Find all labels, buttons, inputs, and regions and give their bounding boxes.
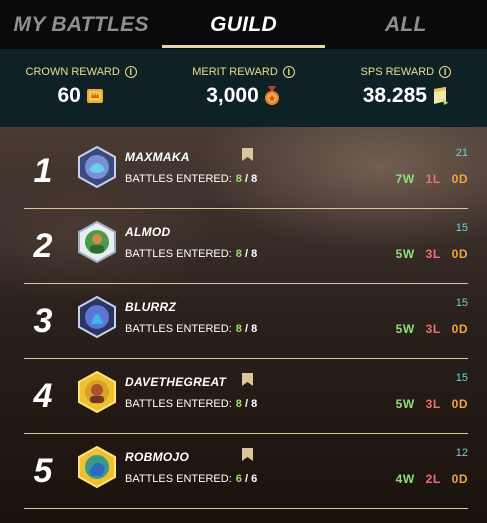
tab-my-battles[interactable]: MY BATTLES bbox=[0, 0, 162, 49]
win-loss-record: 5W 3L 0D bbox=[385, 322, 468, 336]
info-icon[interactable]: i bbox=[124, 66, 137, 78]
rank-number: 2 bbox=[33, 227, 53, 265]
battles-entered: BATTLES ENTERED: 8 / 8 bbox=[125, 398, 258, 410]
draws-count: 0D bbox=[451, 472, 468, 486]
player-score: 15 bbox=[455, 372, 468, 384]
rank-number: 5 bbox=[33, 452, 53, 490]
bookmark-icon[interactable] bbox=[242, 373, 253, 386]
draws-count: 0D bbox=[451, 247, 468, 261]
wins-count: 4W bbox=[395, 472, 415, 486]
merit-reward-label: MERIT REWARD bbox=[192, 66, 278, 78]
rank-number: 4 bbox=[33, 377, 53, 415]
merit-medal-icon bbox=[264, 86, 279, 105]
merit-reward: MERIT REWARD i 3,000 bbox=[162, 49, 324, 127]
crown-reward: CROWN REWARD i 60 bbox=[0, 49, 162, 127]
player-avatar[interactable] bbox=[76, 446, 118, 488]
info-icon[interactable]: i bbox=[282, 66, 295, 78]
player-score: 21 bbox=[455, 147, 468, 159]
leaderboard-row[interactable]: 4 DAVETHEGREAT BATTLES ENTERED: 8 / 8 15 … bbox=[24, 359, 472, 434]
leaderboard-row[interactable]: 5 ROBMOJO BATTLES ENTERED: 6 / 6 12 4W 2L 0… bbox=[24, 434, 472, 509]
losses-count: 2L bbox=[425, 472, 441, 486]
player-score: 12 bbox=[455, 447, 468, 459]
battles-total-count: 8 bbox=[251, 173, 258, 185]
losses-count: 3L bbox=[425, 322, 441, 336]
battles-entered: BATTLES ENTERED: 8 / 8 bbox=[125, 323, 258, 335]
losses-count: 3L bbox=[425, 247, 441, 261]
player-avatar[interactable] bbox=[76, 221, 118, 263]
info-icon[interactable]: i bbox=[439, 66, 452, 78]
battles-total-count: 8 bbox=[251, 248, 258, 260]
losses-count: 3L bbox=[425, 397, 441, 411]
player-score: 15 bbox=[455, 222, 468, 234]
win-loss-record: 4W 2L 0D bbox=[385, 472, 468, 486]
rewards-bar: CROWN REWARD i 60 MERIT REWARD i 3,000 bbox=[0, 49, 487, 127]
player-avatar[interactable] bbox=[76, 296, 118, 338]
battles-entered-label: BATTLES ENTERED: bbox=[125, 173, 232, 185]
sps-reward-value: 38.285 bbox=[362, 84, 427, 107]
battles-total-count: 6 bbox=[251, 473, 258, 485]
sps-reward-label: SPS REWARD bbox=[360, 66, 435, 78]
player-name[interactable]: ALMOD bbox=[125, 225, 171, 239]
rank-number: 1 bbox=[33, 152, 53, 190]
battles-total-count: 8 bbox=[251, 398, 258, 410]
player-avatar[interactable] bbox=[76, 371, 118, 413]
tab-bar: MY BATTLES GUILD ALL bbox=[0, 0, 487, 49]
tab-all[interactable]: ALL bbox=[325, 0, 487, 49]
bookmark-icon[interactable] bbox=[242, 148, 253, 161]
draws-count: 0D bbox=[451, 172, 468, 186]
win-loss-record: 5W 3L 0D bbox=[385, 397, 468, 411]
battles-entered-label: BATTLES ENTERED: bbox=[125, 323, 232, 335]
row-divider bbox=[24, 508, 468, 509]
player-name[interactable]: BLURRZ bbox=[125, 300, 176, 314]
win-loss-record: 5W 3L 0D bbox=[385, 247, 468, 261]
wins-count: 5W bbox=[395, 247, 415, 261]
player-score: 15 bbox=[455, 297, 468, 309]
player-avatar[interactable] bbox=[76, 146, 118, 188]
losses-count: 1L bbox=[425, 172, 441, 186]
win-loss-record: 7W 1L 0D bbox=[385, 172, 468, 186]
battles-entered-label: BATTLES ENTERED: bbox=[125, 398, 232, 410]
player-name[interactable]: MAXMAKA bbox=[125, 150, 190, 164]
battles-entered: BATTLES ENTERED: 8 / 8 bbox=[125, 248, 258, 260]
battles-entered-label: BATTLES ENTERED: bbox=[125, 248, 232, 260]
battles-total-count: 8 bbox=[251, 323, 258, 335]
draws-count: 0D bbox=[451, 397, 468, 411]
battles-entered-label: BATTLES ENTERED: bbox=[125, 473, 232, 485]
rank-number: 3 bbox=[33, 302, 53, 340]
merit-reward-value: 3,000 bbox=[206, 84, 259, 107]
leaderboard-row[interactable]: 1 MAXMAKA BATTLES ENTERED: 8 / 8 21 7W 1L 0… bbox=[24, 134, 472, 209]
tab-guild[interactable]: GUILD bbox=[162, 0, 325, 49]
battles-entered: BATTLES ENTERED: 6 / 6 bbox=[125, 473, 258, 485]
player-name[interactable]: ROBMOJO bbox=[125, 450, 189, 464]
wins-count: 5W bbox=[395, 397, 415, 411]
sps-reward: SPS REWARD i 38.285 bbox=[325, 49, 487, 127]
player-name[interactable]: DAVETHEGREAT bbox=[125, 375, 226, 389]
crown-reward-value: 60 bbox=[57, 84, 81, 107]
sps-scroll-icon bbox=[433, 87, 448, 105]
wins-count: 5W bbox=[395, 322, 415, 336]
wins-count: 7W bbox=[395, 172, 415, 186]
leaderboard-row[interactable]: 3 BLURRZ BATTLES ENTERED: 8 / 8 15 5W 3L 0D bbox=[24, 284, 472, 359]
draws-count: 0D bbox=[451, 322, 468, 336]
crown-token-icon bbox=[86, 89, 103, 103]
crown-reward-label: CROWN REWARD bbox=[25, 66, 120, 78]
bookmark-icon[interactable] bbox=[242, 448, 253, 461]
leaderboard-row[interactable]: 2 ALMOD BATTLES ENTERED: 8 / 8 15 5W 3L 0D bbox=[24, 209, 472, 284]
battles-entered: BATTLES ENTERED: 8 / 8 bbox=[125, 173, 258, 185]
